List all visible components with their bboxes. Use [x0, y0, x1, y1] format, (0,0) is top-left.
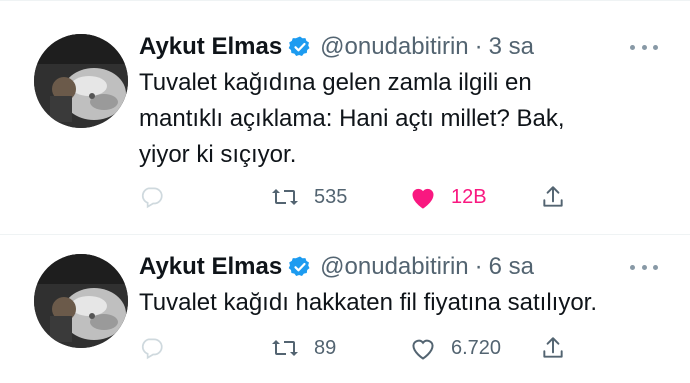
share-button[interactable]	[540, 177, 566, 217]
author-name[interactable]: Aykut Elmas	[139, 33, 282, 61]
tweet-actions: 535 12B	[0, 177, 690, 217]
verified-icon	[288, 255, 312, 279]
tweet-text: Tuvalet kağıdına gelen zamla ilgili en m…	[139, 65, 659, 173]
like-count: 6.720	[451, 336, 502, 359]
reply-icon	[139, 184, 165, 210]
reply-button[interactable]	[139, 177, 179, 217]
reply-icon	[139, 335, 165, 361]
separator-dot: ·	[474, 253, 483, 280]
avatar[interactable]	[34, 34, 128, 128]
retweet-button[interactable]: 535	[270, 177, 347, 217]
share-icon	[540, 184, 566, 210]
author-handle[interactable]: @onudabitirin	[320, 33, 468, 61]
tweet-header: Aykut Elmas @onudabitirin · 6 sa	[139, 250, 534, 284]
verified-icon	[288, 35, 312, 59]
tweet[interactable]: Aykut Elmas @onudabitirin · 6 sa Tuvalet…	[0, 235, 690, 383]
retweet-button[interactable]: 89	[270, 328, 336, 368]
heart-icon	[409, 335, 437, 361]
share-button[interactable]	[540, 328, 566, 368]
reply-button[interactable]	[139, 328, 179, 368]
like-button[interactable]: 6.720	[409, 328, 501, 368]
retweet-icon	[270, 335, 300, 361]
share-icon	[540, 335, 566, 361]
like-button[interactable]: 12B	[409, 177, 487, 217]
tweet-text-line: mantıklı açıklama: Hani açtı millet? Bak…	[139, 105, 565, 132]
author-name[interactable]: Aykut Elmas	[139, 253, 282, 281]
tweet-header: Aykut Elmas @onudabitirin · 3 sa	[139, 30, 534, 64]
tweet-text: Tuvalet kağıdı hakkaten fil fiyatına sat…	[139, 285, 659, 321]
separator-dot: ·	[474, 33, 483, 60]
tweet-actions: 89 6.720	[0, 328, 690, 368]
tweet-text-line: yiyor ki sıçıyor.	[139, 141, 297, 168]
retweet-count: 89	[314, 336, 337, 359]
tweet-text-line: Tuvalet kağıdına gelen zamla ilgili en	[139, 69, 532, 96]
heart-icon	[409, 184, 437, 210]
tweet-text-line: Tuvalet kağıdı hakkaten fil fiyatına sat…	[139, 289, 598, 316]
more-icon[interactable]	[630, 262, 658, 272]
retweet-icon	[270, 184, 300, 210]
more-icon[interactable]	[630, 42, 658, 52]
like-count: 12B	[451, 185, 487, 208]
tweet-timestamp[interactable]: 6 sa	[489, 253, 534, 281]
author-handle[interactable]: @onudabitirin	[320, 253, 468, 281]
retweet-count: 535	[314, 185, 348, 208]
tweet[interactable]: Aykut Elmas @onudabitirin · 3 sa Tuvalet…	[0, 0, 690, 235]
tweet-timestamp[interactable]: 3 sa	[489, 33, 534, 61]
